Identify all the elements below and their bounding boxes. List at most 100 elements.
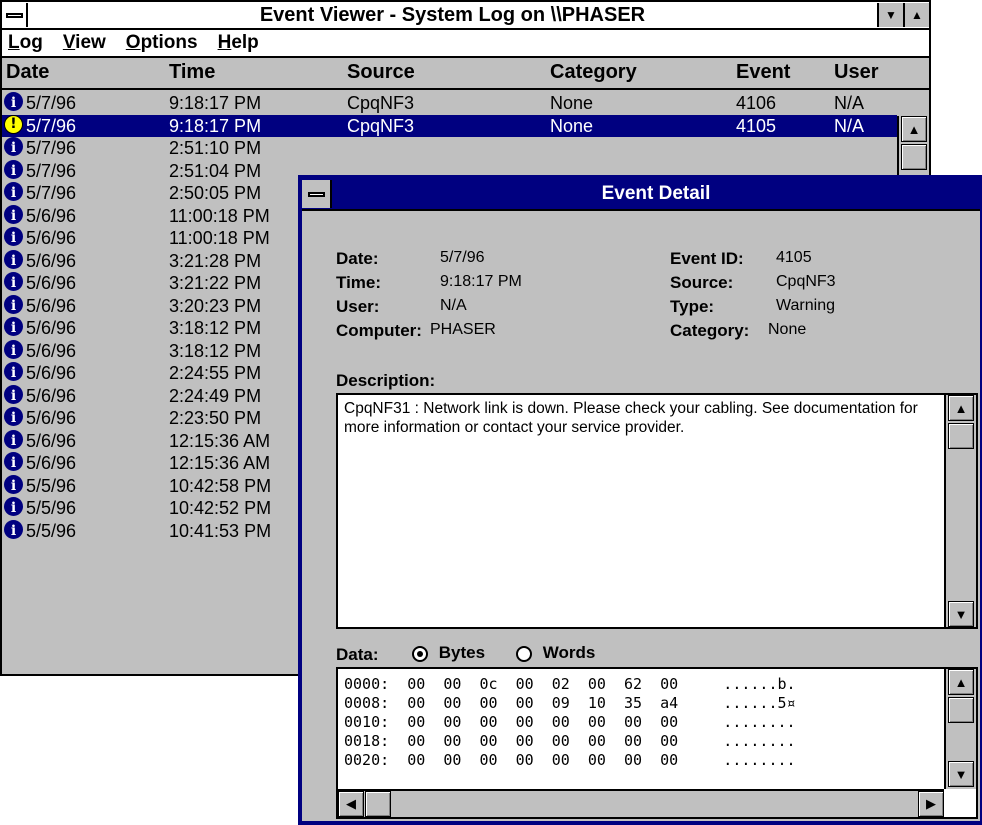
data-hex-line: 0008: 00 00 00 00 09 10 35 a4 ......5¤ [344,694,796,712]
description-box[interactable]: CpqNF31 : Network link is down. Please c… [336,393,978,629]
system-menu-button[interactable] [2,3,28,27]
arrow-left-icon: ◀ [346,796,356,811]
scroll-up-button[interactable]: ▲ [901,116,927,142]
menu-help[interactable]: Help [218,32,259,54]
arrow-down-icon: ▼ [954,606,968,622]
event-time-cell: 2:51:04 PM [169,160,262,181]
data-box[interactable]: 0000: 00 00 0c 00 02 00 62 00 ......b. 00… [336,667,978,819]
info-icon: i [4,497,23,516]
data-scroll-thumb[interactable] [948,697,974,723]
info-icon: i [4,294,23,314]
event-date-cell: 5/6/96 [26,273,77,293]
event-date-cell: 5/6/96 [26,430,77,451]
words-option[interactable]: Words [516,643,595,663]
info-icon: i [4,407,23,426]
event-row[interactable]: i 5/7/96 2:51:10 PM [2,137,897,159]
description-scroll-thumb[interactable] [948,423,974,449]
source-value: CpqNF3 [776,273,836,290]
system-menu-icon [5,12,23,18]
info-icon: i [4,452,23,471]
event-date-cell: 5/6/96 [26,228,77,248]
info-icon: i [4,159,23,179]
date-label: Date: [336,249,379,268]
column-header-date: Date [6,61,50,83]
info-icon: i [4,92,23,111]
event-date-cell: 5/6/96 [26,205,77,226]
event-date-cell: 5/7/96 [26,183,77,203]
maximize-button[interactable]: ▲ [903,3,929,27]
event-date-cell: 5/7/96 [26,138,77,158]
column-header-event: Event [736,61,791,83]
description-scroll-down[interactable]: ▼ [948,601,974,627]
source-label: Source: [670,273,734,292]
data-scroll-up[interactable]: ▲ [948,669,974,695]
data-hex-line: 0010: 00 00 00 00 00 00 00 00 ........ [344,713,796,731]
viewer-titlebar[interactable]: Event Viewer - System Log on \\PHASER ▼ … [2,2,929,30]
window-title: Event Viewer - System Log on \\PHASER [259,3,646,26]
event-row[interactable]: ! 5/7/96 9:18:17 PM CpqNF3 None 4105 N/A [2,114,897,137]
type-label: Type: [670,297,715,316]
date-value: 5/7/96 [440,249,485,266]
scroll-thumb[interactable] [901,144,927,170]
data-scroll-right[interactable]: ▶ [918,791,944,817]
info-icon: i [4,384,23,404]
event-time-cell: 3:18:12 PM [169,318,262,338]
data-scrollbar[interactable]: ▲ ▼ [944,669,976,789]
system-menu-icon [307,191,325,197]
user-label: User: [336,297,380,316]
event-time-cell: 2:23:50 PM [169,408,262,428]
detail-title: Event Detail [601,183,711,204]
event-time-cell: 2:24:55 PM [169,363,262,383]
user-value: N/A [440,297,467,314]
data-scroll-down[interactable]: ▼ [948,761,974,787]
event-user-cell: N/A [834,115,865,136]
info-icon: i [4,317,23,336]
event-time-cell: 2:51:10 PM [169,138,262,158]
column-header-category: Category [550,61,637,83]
event-time-cell: 10:41:53 PM [169,520,272,541]
menu-bar: Log View Options Help [2,30,929,58]
event-date-cell: 5/5/96 [26,475,77,496]
event-source-cell: CpqNF3 [347,115,415,136]
detail-titlebar[interactable]: Event Detail [302,179,980,211]
info-icon: i [4,227,23,246]
data-hex-line: 0020: 00 00 00 00 00 00 00 00 ........ [344,751,796,769]
category-label: Category: [670,321,750,340]
event-date-cell: 5/6/96 [26,385,77,406]
event-id-value: 4105 [776,249,812,266]
event-date-cell: 5/6/96 [26,340,77,361]
words-label: Words [542,643,596,662]
event-time-cell: 2:50:05 PM [169,183,262,203]
computer-label: Computer: [336,321,422,340]
description-scrollbar[interactable]: ▲ ▼ [944,395,976,627]
warning-icon: ! [4,114,23,134]
menu-log[interactable]: Log [8,32,43,54]
bytes-radio[interactable] [412,645,428,662]
data-hscroll-thumb[interactable] [365,791,391,817]
data-label: Data: [336,645,379,664]
event-date-cell: 5/6/96 [26,295,77,316]
event-date-cell: 5/6/96 [26,250,77,271]
arrow-down-icon: ▼ [954,766,968,782]
data-scroll-left[interactable]: ◀ [338,791,364,817]
event-time-cell: 3:18:12 PM [169,340,262,361]
event-detail-dialog: Event Detail Date: 5/7/96 Time: 9:18:17 … [298,175,982,825]
description-scroll-up[interactable]: ▲ [948,395,974,421]
menu-view[interactable]: View [63,32,106,54]
detail-system-menu-button[interactable] [302,180,332,208]
event-row[interactable]: i 5/7/96 9:18:17 PM CpqNF3 None 4106 N/A [2,92,897,114]
menu-options[interactable]: Options [126,32,198,54]
event-time-cell: 9:18:17 PM [169,115,262,136]
event-time-cell: 3:20:23 PM [169,295,262,316]
event-date-cell: 5/7/96 [26,160,77,181]
event-date-cell: 5/7/96 [26,115,77,136]
bytes-option[interactable]: Bytes [412,643,485,663]
event-event-cell: 4105 [736,115,777,136]
data-hscrollbar[interactable]: ◀ ▶ [338,789,944,817]
data-hex-line: 0018: 00 00 00 00 00 00 00 00 ........ [344,732,796,750]
info-icon: i [4,204,23,224]
minimize-button[interactable]: ▼ [877,3,903,27]
info-icon: i [4,137,23,156]
words-radio[interactable] [516,645,532,662]
category-value: None [768,321,807,338]
